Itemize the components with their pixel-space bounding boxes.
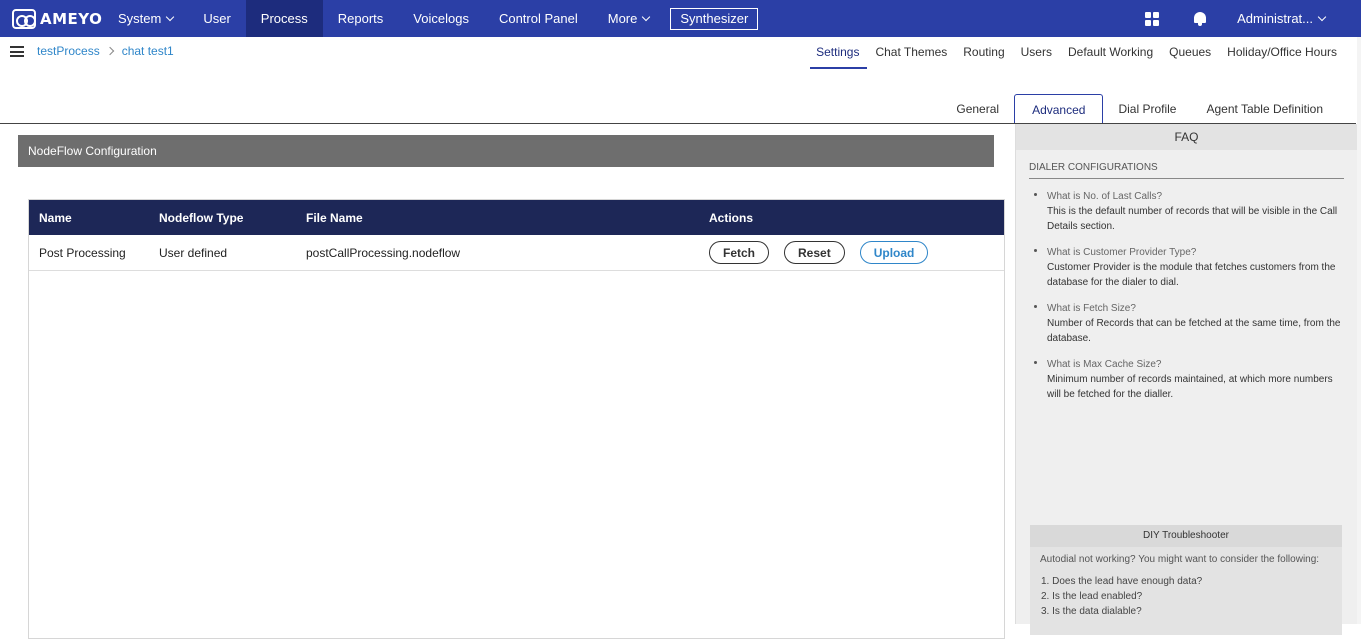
diy-item: 3. Is the data dialable? — [1041, 606, 1142, 617]
faq-title: FAQ — [1016, 124, 1357, 150]
nav-voicelogs[interactable]: Voicelogs — [398, 0, 484, 37]
logo-icon — [12, 8, 36, 29]
tab-dial-profile[interactable]: Dial Profile — [1103, 94, 1191, 124]
diy-troubleshooter: DIY Troubleshooter Autodial not working?… — [1030, 525, 1342, 635]
nav-voicelogs-label: Voicelogs — [413, 11, 469, 26]
nav-control-panel[interactable]: Control Panel — [484, 0, 593, 37]
breadcrumb-item-campaign[interactable]: chat test1 — [122, 44, 174, 58]
faq-list: What is No. of Last Calls? This is the d… — [1034, 189, 1345, 402]
upload-button[interactable]: Upload — [859, 241, 929, 264]
faq-answer: Customer Provider is the module that fet… — [1047, 262, 1336, 288]
settings-tabs: Settings Chat Themes Routing Users Defau… — [808, 45, 1345, 69]
synthesizer-button[interactable]: Synthesizer — [670, 7, 759, 30]
cell-nodeflow-type: User defined — [159, 245, 228, 260]
tab-queues[interactable]: Queues — [1161, 45, 1219, 69]
breadcrumb: testProcess chat test1 — [37, 44, 174, 58]
ameyo-logo[interactable]: AMEYO — [0, 0, 103, 37]
reset-button[interactable]: Reset — [784, 241, 845, 264]
nav-more[interactable]: More — [593, 0, 665, 37]
table-row: Post Processing User defined postCallPro… — [29, 235, 1004, 271]
nav-system-label: System — [118, 11, 162, 26]
nav-process-label: Process — [260, 11, 308, 26]
notification-bell-icon[interactable] — [1193, 11, 1207, 27]
logo-text: AMEYO — [40, 9, 103, 28]
diy-list: 1. Does the lead have enough data? 2. Is… — [1041, 574, 1332, 619]
section-header: NodeFlow Configuration — [18, 135, 994, 167]
nav-control-panel-label: Control Panel — [498, 11, 578, 26]
faq-answer: Number of Records that can be fetched at… — [1047, 318, 1341, 344]
cell-actions: Fetch Reset Upload — [709, 241, 1004, 264]
diy-title: DIY Troubleshooter — [1030, 525, 1342, 547]
nav-reports-label: Reports — [337, 11, 384, 26]
chevron-down-icon — [1317, 12, 1327, 21]
apps-grid-icon[interactable] — [1145, 11, 1160, 26]
diy-intro: Autodial not working? You might want to … — [1040, 554, 1320, 565]
nav-user[interactable]: User — [188, 0, 245, 37]
faq-item: What is Max Cache Size? Minimum number o… — [1034, 357, 1345, 402]
cell-file-name: postCallProcessing.nodeflow — [306, 245, 461, 260]
faq-question: What is Max Cache Size? — [1047, 359, 1162, 370]
chevron-right-icon — [105, 46, 114, 56]
faq-item: What is No. of Last Calls? This is the d… — [1034, 189, 1345, 234]
page-scrollbar[interactable] — [1357, 37, 1361, 624]
faq-answer: Minimum number of records maintained, at… — [1047, 374, 1333, 400]
tab-default-working[interactable]: Default Working — [1060, 45, 1161, 69]
nodeflow-table: Name Nodeflow Type File Name Actions Pos… — [28, 199, 1005, 639]
sub-tabs: General Advanced Dial Profile Agent Tabl… — [941, 94, 1338, 124]
admin-menu[interactable]: Administrat... — [1237, 11, 1327, 26]
nav-user-label: User — [203, 11, 231, 26]
nav-more-label: More — [607, 11, 638, 26]
diy-item: 2. Is the lead enabled? — [1041, 591, 1143, 602]
header-actions: Actions — [709, 210, 754, 225]
tab-users[interactable]: Users — [1013, 45, 1060, 69]
header-file-name: File Name — [306, 210, 363, 225]
tab-routing[interactable]: Routing — [955, 45, 1012, 69]
nav-reports[interactable]: Reports — [323, 0, 399, 37]
nav-process[interactable]: Process — [245, 0, 323, 37]
header-nodeflow-type: Nodeflow Type — [159, 210, 244, 225]
tab-chat-themes[interactable]: Chat Themes — [867, 45, 955, 69]
faq-item: What is Fetch Size? Number of Records th… — [1034, 301, 1345, 346]
tab-agent-table-definition[interactable]: Agent Table Definition — [1191, 94, 1338, 124]
tab-holiday-office-hours[interactable]: Holiday/Office Hours — [1219, 45, 1345, 69]
tab-advanced[interactable]: Advanced — [1014, 94, 1104, 124]
faq-section-heading: DIALER CONFIGURATIONS — [1029, 162, 1344, 179]
faq-panel: FAQ DIALER CONFIGURATIONS What is No. of… — [1015, 124, 1357, 635]
tab-settings[interactable]: Settings — [808, 45, 868, 69]
fetch-button[interactable]: Fetch — [709, 241, 770, 264]
breadcrumb-item-process[interactable]: testProcess — [37, 44, 100, 58]
chevron-down-icon — [166, 12, 175, 21]
chevron-down-icon — [642, 12, 651, 21]
faq-item: What is Customer Provider Type? Customer… — [1034, 245, 1345, 290]
faq-question: What is Customer Provider Type? — [1047, 247, 1197, 258]
faq-answer: This is the default number of records th… — [1047, 206, 1338, 232]
admin-label: Administrat... — [1237, 11, 1313, 26]
header-name: Name — [39, 210, 72, 225]
nav-system[interactable]: System — [103, 0, 188, 37]
tab-general[interactable]: General — [941, 94, 1014, 124]
diy-item: 1. Does the lead have enough data? — [1041, 576, 1203, 587]
cell-name: Post Processing — [39, 245, 126, 260]
hamburger-menu-icon[interactable] — [10, 46, 24, 57]
top-navbar: AMEYO System User Process Reports Voicel… — [0, 0, 1361, 37]
faq-question: What is No. of Last Calls? — [1047, 191, 1163, 202]
table-header: Name Nodeflow Type File Name Actions — [29, 200, 1004, 235]
faq-question: What is Fetch Size? — [1047, 303, 1136, 314]
